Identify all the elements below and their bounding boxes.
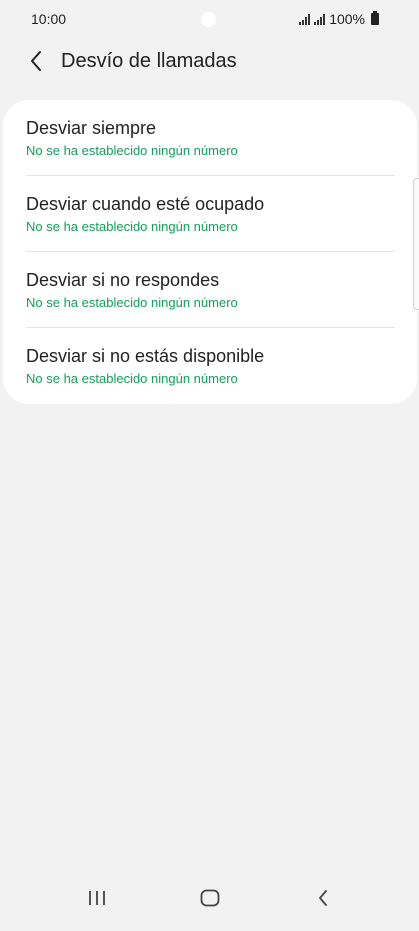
status-icons: 100% — [299, 11, 379, 27]
home-button[interactable] — [180, 878, 240, 918]
battery-icon — [371, 11, 379, 25]
app-header: Desvío de llamadas — [0, 40, 419, 82]
signal-icon — [314, 13, 326, 25]
front-camera — [201, 12, 216, 27]
option-status: No se ha establecido ningún número — [26, 371, 238, 386]
status-time: 10:00 — [31, 11, 67, 27]
option-status: No se ha establecido ningún número — [26, 294, 238, 310]
option-status: No se ha establecido ningún número — [26, 218, 238, 234]
recent-apps-icon — [88, 891, 105, 905]
signal-icon — [299, 13, 311, 25]
recent-apps-button[interactable] — [67, 878, 127, 918]
screen: 10:00 100% Desvío de llamadas Desviar si… — [0, 0, 419, 931]
option-forward-when-busy[interactable]: Desviar cuando esté ocupado No se ha est… — [26, 176, 395, 252]
page-title: Desvío de llamadas — [61, 49, 237, 72]
option-forward-always[interactable]: Desviar siempre No se ha establecido nin… — [26, 100, 395, 176]
option-label: Desviar si no estás disponible — [26, 346, 265, 366]
status-bar: 10:00 100% — [0, 0, 419, 38]
nav-back-button[interactable] — [293, 878, 353, 918]
forwarding-options-list: Desviar siempre No se ha establecido nin… — [3, 100, 417, 404]
back-button[interactable] — [16, 41, 56, 81]
scroll-indicator[interactable] — [413, 178, 419, 310]
battery-percent: 100% — [329, 11, 365, 27]
option-label: Desviar siempre — [26, 117, 157, 138]
option-forward-unavailable[interactable]: Desviar si no estás disponible No se ha … — [26, 328, 395, 404]
option-label: Desviar si no respondes — [26, 269, 220, 290]
chevron-left-icon — [31, 51, 41, 71]
option-label: Desviar cuando esté ocupado — [26, 193, 265, 214]
option-status: No se ha establecido ningún número — [26, 142, 238, 158]
navigation-bar — [0, 875, 419, 931]
home-icon — [200, 889, 219, 907]
option-forward-no-answer[interactable]: Desviar si no respondes No se ha estable… — [26, 252, 395, 328]
back-icon — [318, 890, 327, 906]
